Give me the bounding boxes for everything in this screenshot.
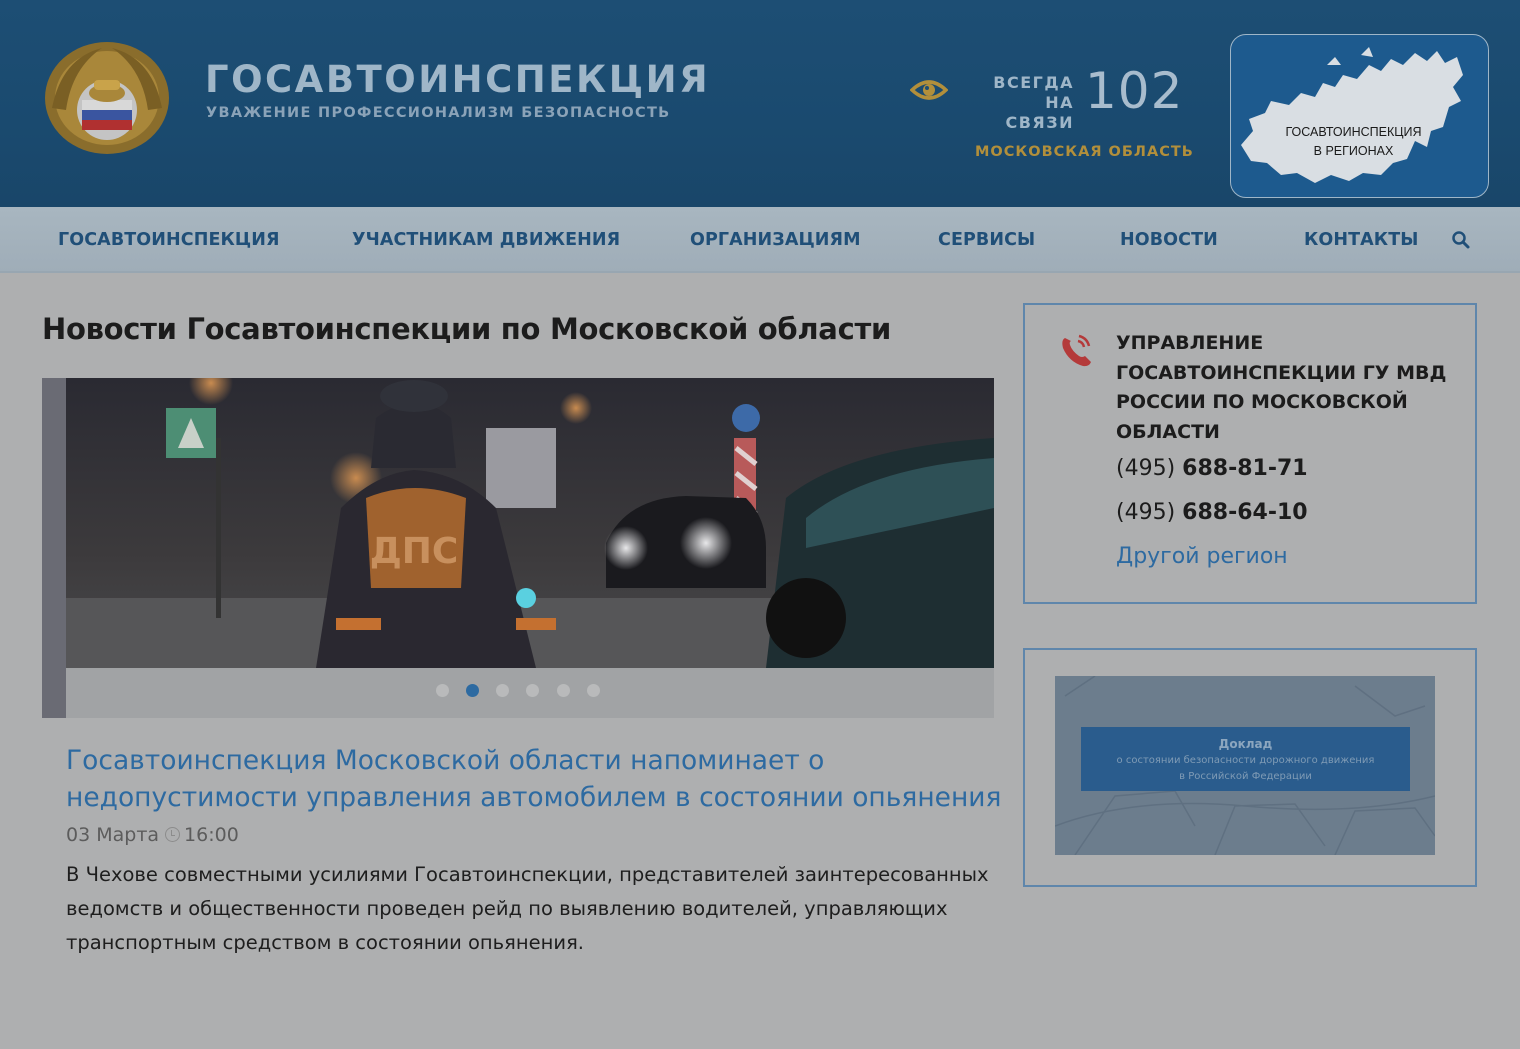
brand-slogan: УВАЖЕНИЕ ПРОФЕССИОНАЛИЗМ БЕЗОПАСНОСТЬ xyxy=(206,105,671,121)
contact-title: УПРАВЛЕНИЕ ГОСАВТОИНСПЕКЦИИ ГУ МВД РОССИ… xyxy=(1116,332,1447,443)
news-excerpt: В Чехове совместными усилиями Госавтоинс… xyxy=(66,863,989,954)
nav-item-gosavtoinspekciya[interactable]: ГОСАВТОИНСПЕКЦИЯ xyxy=(58,230,280,250)
page-title: Новости Госавтоинспекции по Московской о… xyxy=(42,312,891,346)
russia-map-icon xyxy=(1241,47,1463,183)
news-time: 16:00 xyxy=(184,824,239,846)
report-title: Доклад xyxy=(1218,737,1273,751)
slider-dot-4[interactable] xyxy=(526,684,539,697)
report-button[interactable]: Доклад о состоянии безопасности дорожног… xyxy=(1081,727,1410,791)
clock-icon xyxy=(165,827,181,842)
always-line2: НА СВЯЗИ xyxy=(1005,93,1074,132)
always-line1: ВСЕГДА xyxy=(993,73,1074,92)
nav-item-contacts[interactable]: КОНТАКТЫ xyxy=(1304,230,1418,250)
slider-dot-5[interactable] xyxy=(557,684,570,697)
regions-map-button[interactable]: ГОСАВТОИНСПЕКЦИЯ В РЕГИОНАХ xyxy=(1230,34,1489,198)
slider-dot-1[interactable] xyxy=(436,684,449,697)
news-title-link[interactable]: Госавтоинспекция Московской области напо… xyxy=(66,742,1006,816)
phone-2-number: 688-64-10 xyxy=(1182,500,1308,525)
regions-line1: ГОСАВТОИНСПЕКЦИЯ xyxy=(1285,125,1422,139)
nav-item-organizations[interactable]: ОРГАНИЗАЦИЯМ xyxy=(690,230,861,250)
regions-line2: В РЕГИОНАХ xyxy=(1313,144,1394,158)
slider-dot-6[interactable] xyxy=(587,684,600,697)
phone-1-code: (495) xyxy=(1116,456,1176,481)
brand-title[interactable]: ГОСАВТОИНСПЕКЦИЯ xyxy=(205,58,710,101)
site-header: ГОСАВТОИНСПЕКЦИЯ УВАЖЕНИЕ ПРОФЕССИОНАЛИЗ… xyxy=(0,0,1520,207)
report-sub-2: в Российской Федерации xyxy=(1179,771,1312,782)
other-region-link[interactable]: Другой регион xyxy=(1116,544,1288,569)
regions-label: ГОСАВТОИНСПЕКЦИЯ В РЕГИОНАХ xyxy=(1231,123,1476,161)
photo-dps-text: ДПС xyxy=(370,531,459,572)
phone-icon xyxy=(1062,334,1091,367)
news-slide-photo[interactable]: ДПС xyxy=(66,378,994,668)
hotline-number[interactable]: 102 xyxy=(1085,62,1183,120)
phone-1-number: 688-81-71 xyxy=(1182,456,1308,481)
news-slider[interactable]: ДПС xyxy=(42,378,994,718)
phone-2[interactable]: (495) 688-64-10 xyxy=(1116,500,1308,525)
main-nav: ГОСАВТОИНСПЕКЦИЯ УЧАСТНИКАМ ДВИЖЕНИЯ ОРГ… xyxy=(0,207,1520,273)
gibdd-emblem-icon[interactable] xyxy=(42,38,172,156)
slider-dot-3[interactable] xyxy=(496,684,509,697)
slider-prev-strip[interactable] xyxy=(42,378,66,718)
slider-dot-2[interactable] xyxy=(466,684,479,697)
region-selector[interactable]: МОСКОВСКАЯ ОБЛАСТЬ xyxy=(975,144,1194,160)
search-icon[interactable] xyxy=(1450,229,1472,251)
news-meta: 03 Марта 16:00 xyxy=(66,824,239,846)
visually-impaired-eye-icon[interactable] xyxy=(910,74,948,106)
always-in-touch: ВСЕГДА НА СВЯЗИ xyxy=(972,73,1074,133)
nav-item-services[interactable]: СЕРВИСЫ xyxy=(938,230,1035,250)
phone-1[interactable]: (495) 688-81-71 xyxy=(1116,456,1308,481)
news-date: 03 Марта xyxy=(66,824,160,846)
nav-item-news[interactable]: НОВОСТИ xyxy=(1120,230,1218,250)
phone-2-code: (495) xyxy=(1116,500,1176,525)
report-sub-1: о состоянии безопасности дорожного движе… xyxy=(1116,755,1375,766)
nav-item-traffic-participants[interactable]: УЧАСТНИКАМ ДВИЖЕНИЯ xyxy=(352,230,620,250)
